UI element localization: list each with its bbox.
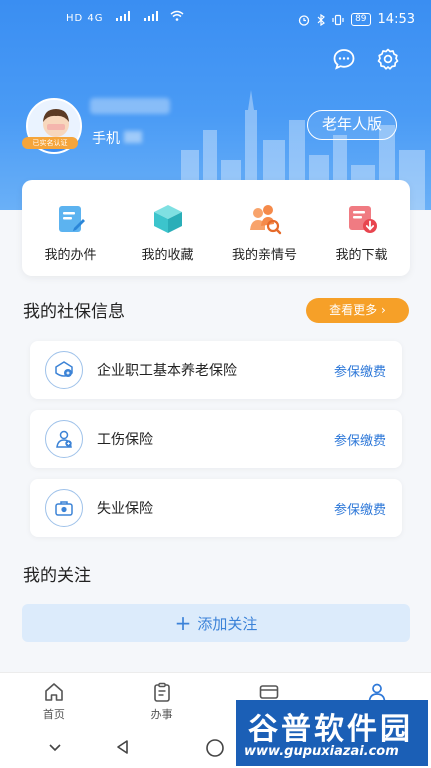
shortcut-label: 我的收藏	[141, 248, 194, 263]
pension-icon	[45, 351, 83, 389]
back-icon[interactable]	[114, 738, 132, 756]
site-watermark: 谷普软件园 www.gupuxiazai.com	[236, 700, 428, 766]
tab-home[interactable]: 首页	[0, 673, 108, 728]
view-more-label: 查看更多	[329, 303, 378, 317]
shortcut-card: 我的办件 我的收藏 我的亲情号 我的下载	[22, 180, 410, 276]
network-label: HD 4G	[66, 13, 104, 24]
masked-username	[90, 98, 170, 114]
insurance-item[interactable]: 失业保险 参保缴费	[30, 479, 402, 537]
header-actions	[331, 46, 401, 72]
tab-label: 办事	[150, 708, 173, 721]
follow-title: 我的关注	[23, 566, 91, 586]
status-right: 89 14:53	[298, 12, 415, 27]
masked-phone	[124, 131, 142, 143]
watermark-url: www.gupuxiazai.com	[244, 744, 399, 759]
watermark-title: 谷普软件园	[248, 712, 413, 747]
insurance-item[interactable]: 企业职工基本养老保险 参保缴费	[30, 341, 402, 399]
tab-services[interactable]: 办事	[108, 673, 216, 728]
signal-icon-2	[143, 11, 158, 21]
chat-bubble-icon	[333, 49, 355, 70]
document-edit-icon	[58, 206, 85, 232]
cube-icon	[153, 205, 182, 233]
battery-indicator: 89	[351, 13, 371, 26]
alarm-icon	[298, 14, 310, 26]
shortcut-my-affairs[interactable]: 我的办件	[22, 180, 119, 276]
family-search-icon	[249, 205, 281, 235]
signal-indicators: HD 4G	[66, 10, 184, 24]
hide-keyboard-icon[interactable]	[46, 738, 64, 756]
phone-label: 手机	[92, 131, 120, 147]
briefcase-icon	[45, 489, 83, 527]
plus-icon: +	[174, 611, 192, 635]
shortcut-label: 我的下载	[335, 248, 388, 263]
home-icon	[45, 683, 63, 701]
pay-contribution-link[interactable]: 参保缴费	[334, 499, 386, 518]
clipboard-icon	[153, 682, 170, 702]
tab-label: 首页	[42, 708, 65, 721]
insurance-name: 工伤保险	[97, 432, 153, 448]
bluetooth-icon	[317, 13, 326, 26]
signal-icon	[115, 11, 130, 21]
pay-contribution-link[interactable]: 参保缴费	[334, 430, 386, 449]
insurance-name: 失业保险	[97, 501, 153, 517]
wifi-icon	[170, 10, 184, 21]
message-button[interactable]	[331, 46, 357, 72]
social-security-title: 我的社保信息	[23, 302, 125, 322]
pay-contribution-link[interactable]: 参保缴费	[334, 361, 386, 380]
view-more-button[interactable]: 查看更多 ›	[306, 298, 409, 323]
shortcut-label: 我的办件	[44, 248, 97, 263]
clock: 14:53	[377, 12, 415, 27]
shortcut-my-downloads[interactable]: 我的下载	[313, 180, 410, 276]
download-icon	[348, 206, 377, 233]
insurance-name: 企业职工基本养老保险	[97, 363, 237, 379]
add-follow-label: 添加关注	[197, 614, 258, 633]
shortcut-my-family[interactable]: 我的亲情号	[216, 180, 313, 276]
profile-header: HD 4G 89 14:53 已实名认证 手机 老年人版	[0, 0, 431, 210]
status-bar: HD 4G 89 14:53	[0, 0, 431, 40]
vibrate-icon	[332, 14, 344, 25]
elder-mode-button[interactable]: 老年人版	[306, 110, 397, 140]
chevron-right-icon: ›	[381, 303, 386, 317]
shortcut-label: 我的亲情号	[231, 248, 297, 263]
gear-icon	[377, 48, 399, 70]
add-follow-button[interactable]: + 添加关注	[22, 604, 410, 642]
verified-badge: 已实名认证	[22, 137, 78, 149]
settings-button[interactable]	[375, 46, 401, 72]
shortcut-my-favorites[interactable]: 我的收藏	[119, 180, 216, 276]
insurance-item[interactable]: 工伤保险 参保缴费	[30, 410, 402, 468]
home-circle-icon[interactable]	[205, 738, 225, 758]
injury-icon	[45, 420, 83, 458]
